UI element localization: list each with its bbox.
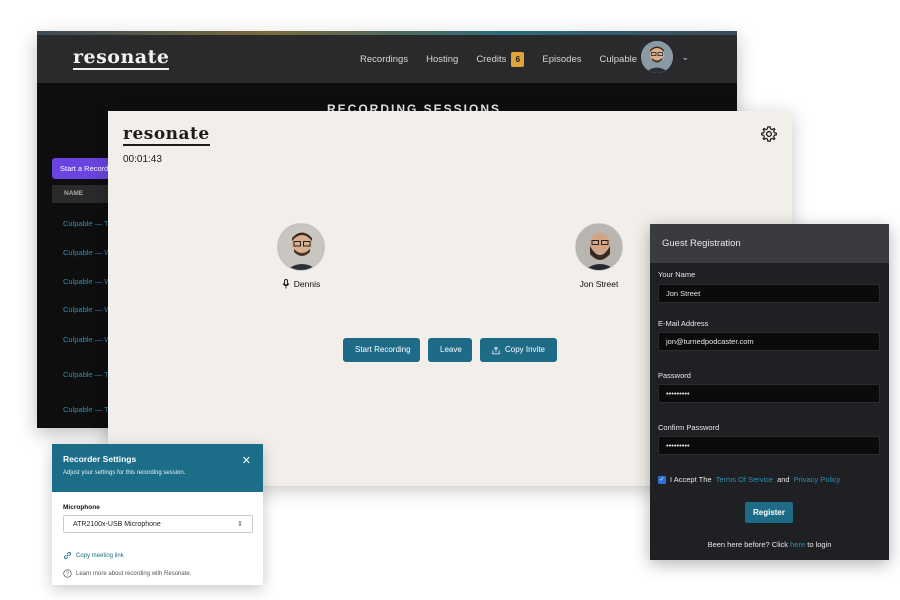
recorder-settings-title: Recorder Settings [63,454,137,464]
credits-badge: 6 [511,51,525,67]
user-avatar [641,41,674,73]
confirm-password-input[interactable] [658,436,880,455]
copy-meeting-link-text: Copy meeting link [76,552,124,559]
login-prompt: Been here before? Click here to login [650,540,889,549]
register-button[interactable]: Register [745,502,793,523]
participant-name-text: Dennis [293,279,321,289]
resonate-logo[interactable]: resonate [73,47,170,70]
participant-name-text: Jon Street [579,279,619,289]
accept-prefix: I Accept The [670,475,712,484]
participant-avatar [277,223,325,271]
copy-invite-label: Copy Invite [504,345,545,354]
login-suffix: to login [807,540,832,549]
nav-credits-label: Credits [476,53,507,65]
close-icon[interactable]: ✕ [242,454,251,467]
avatar-portrait-icon [641,41,674,73]
recorder-settings-header: Recorder Settings Adjust your settings f… [52,444,263,492]
share-icon [492,346,500,354]
recorder-settings-panel: Recorder Settings Adjust your settings f… [52,444,263,585]
select-chevron-icon: ⇕ [237,521,243,528]
copy-meeting-link[interactable]: Copy meeting link [63,551,124,560]
nav-culpable[interactable]: Culpable [600,54,638,65]
nav-credits[interactable]: Credits 6 [476,51,525,67]
guest-registration-panel: Guest Registration Your Name E-Mail Addr… [650,224,889,560]
question-circle-icon: ? [63,569,72,578]
avatar-portrait-icon [278,224,324,270]
participant-name: Dennis [246,279,356,289]
link-icon [63,551,72,560]
microphone-icon [282,279,290,289]
account-menu[interactable]: ⌄ [641,41,689,73]
copy-invite-button[interactable]: Copy Invite [480,338,557,362]
chevron-down-icon: ⌄ [681,51,689,62]
recording-row[interactable]: Culpable — Tu [63,219,113,228]
accept-terms-row: ✓ I Accept The Terms Of Service and Priv… [658,475,840,484]
help-text: ? Learn more about recording with Resona… [63,569,191,578]
accept-terms-checkbox[interactable]: ✓ [658,475,666,484]
help-text-content[interactable]: Learn more about recording with Resonate… [76,571,191,577]
recording-row[interactable]: Culpable — Tu [63,370,113,379]
your-name-input[interactable] [658,284,880,303]
svg-text:?: ? [66,571,69,577]
resonate-logo: resonate [123,124,210,146]
participant-avatar [575,223,623,271]
privacy-policy-link[interactable]: Privacy Policy [794,475,841,484]
top-navigation-bar: resonate Recordings Hosting Credits 6 Epi… [37,35,737,83]
terms-of-service-link[interactable]: Terms Of Service [716,475,774,484]
guest-registration-title: Guest Registration [650,224,889,263]
password-label: Password [658,371,691,380]
recorder-settings-subtitle: Adjust your settings for this recording … [63,470,186,476]
gear-icon[interactable] [760,125,778,143]
login-here-link[interactable]: here [790,540,805,549]
microphone-select[interactable]: ATR2100x-USB Microphone ⇕ [63,515,253,533]
nav-episodes[interactable]: Episodes [542,54,581,65]
recording-row[interactable]: Culpable — Tu [63,405,113,414]
password-input[interactable] [658,384,880,403]
microphone-selected-value: ATR2100x-USB Microphone [73,520,161,528]
participant-name: Jon Street [544,279,654,289]
session-timer: 00:01:43 [123,154,162,165]
nav-recordings[interactable]: Recordings [360,54,408,65]
participant-jon-street: Jon Street [544,223,654,289]
avatar-portrait-icon [576,224,622,270]
and-text: and [777,475,790,484]
nav-hosting[interactable]: Hosting [426,54,458,65]
microphone-label: Microphone [63,504,100,511]
leave-button[interactable]: Leave [428,338,472,362]
participant-dennis: Dennis [246,223,356,289]
email-label: E-Mail Address [658,319,709,328]
email-input[interactable] [658,332,880,351]
confirm-password-label: Confirm Password [658,423,720,432]
your-name-label: Your Name [658,270,696,279]
start-recording-button[interactable]: Start Recording [343,338,420,362]
login-prefix: Been here before? Click [707,540,789,549]
nav-links: Recordings Hosting Credits 6 Episodes Cul… [360,51,638,67]
